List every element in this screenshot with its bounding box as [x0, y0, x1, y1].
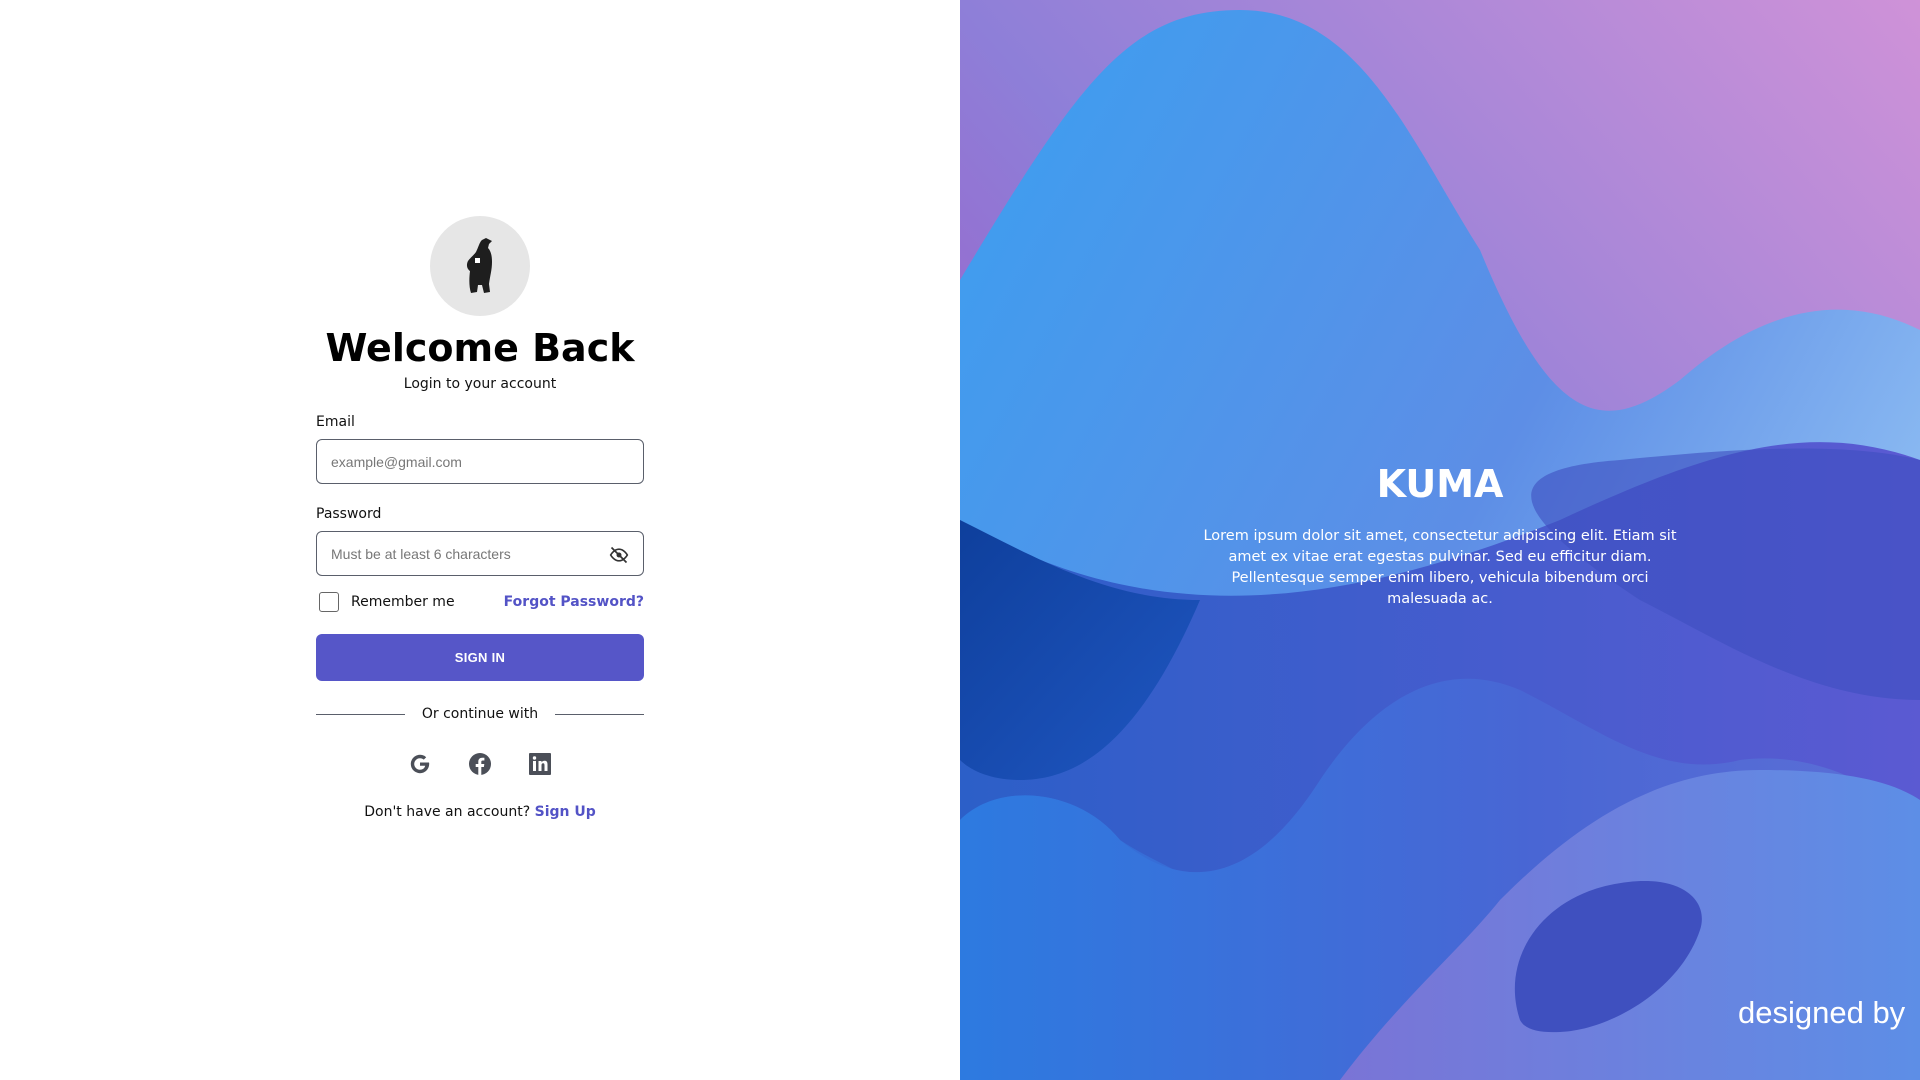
divider-text: Or continue with: [421, 706, 539, 722]
login-panel: Welcome Back Login to your account Email…: [0, 0, 960, 1080]
email-input[interactable]: [331, 453, 629, 470]
password-label: Password: [316, 506, 382, 522]
sign-up-link[interactable]: Sign Up: [535, 804, 596, 820]
sign-in-button[interactable]: SIGN IN: [316, 634, 644, 681]
remember-me-checkbox[interactable]: Remember me: [316, 592, 455, 612]
hero-description: Lorem ipsum dolor sit amet, consectetur …: [1203, 528, 1677, 607]
login-form: Welcome Back Login to your account Email…: [316, 216, 645, 820]
facebook-icon[interactable]: [468, 752, 492, 776]
hero-title: KUMA: [1376, 462, 1504, 506]
password-field-wrapper: [316, 531, 644, 576]
eye-off-icon[interactable]: [609, 545, 629, 565]
social-login: [316, 752, 644, 776]
forgot-password-link[interactable]: Forgot Password?: [504, 594, 644, 610]
password-input[interactable]: [331, 545, 629, 562]
linkedin-icon[interactable]: [528, 752, 552, 776]
bear-icon: [466, 238, 492, 293]
divider: Or continue with: [316, 706, 645, 722]
page-subtitle: Login to your account: [403, 376, 557, 392]
designed-by-text: designed by: [1738, 995, 1906, 1030]
page-title: Welcome Back: [325, 326, 635, 370]
email-field-wrapper: [316, 439, 644, 484]
remember-me-label: Remember me: [351, 594, 455, 610]
no-account-text: Don't have an account?: [364, 804, 531, 820]
signup-prompt: Don't have an account? Sign Up: [316, 804, 644, 820]
divider-line: [316, 713, 405, 715]
bear-logo: [430, 216, 530, 316]
divider-line: [555, 713, 645, 715]
options-row: Remember me Forgot Password?: [316, 592, 644, 612]
email-label: Email: [316, 414, 355, 430]
checkbox-box[interactable]: [319, 592, 339, 612]
hero-panel: KUMA Lorem ipsum dolor sit amet, consect…: [960, 0, 1920, 1080]
google-icon[interactable]: [408, 752, 432, 776]
